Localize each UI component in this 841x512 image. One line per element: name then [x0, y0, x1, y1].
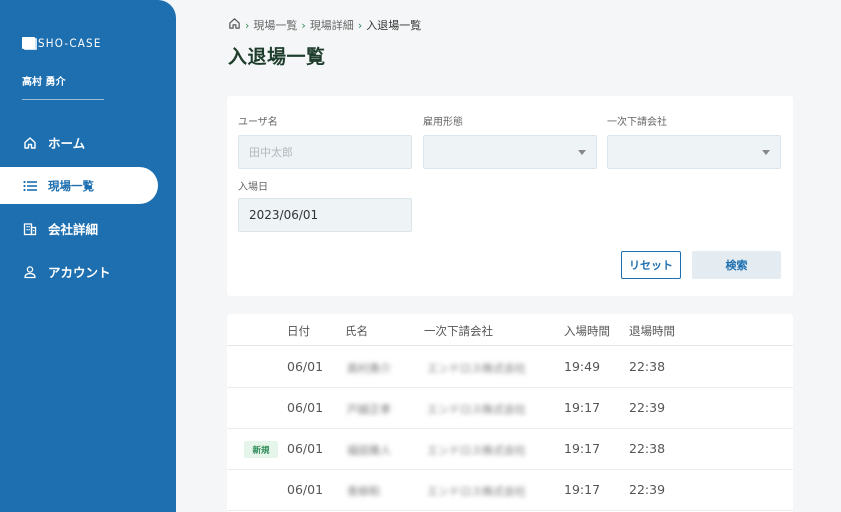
- table-row[interactable]: 新規 06/01 福田雅人 エンドロス株式会社 19:17 22:38: [227, 429, 793, 470]
- cell-date: 06/01: [287, 400, 324, 415]
- breadcrumb: › 現場一覧 › 現場詳細 › 入退場一覧: [228, 17, 421, 33]
- brand-name: SHO-CASE: [38, 36, 102, 50]
- caret-down-icon: [762, 150, 770, 155]
- cell-name: 福田雅人: [347, 444, 391, 457]
- entry-date-label: 入場日: [238, 182, 268, 193]
- breadcrumb-item-current: 入退場一覧: [366, 19, 422, 32]
- home-icon[interactable]: [228, 17, 241, 33]
- cell-out-time: 22:39: [629, 482, 666, 497]
- cell-date: 06/01: [287, 359, 324, 374]
- page-title: 入退場一覧: [228, 46, 326, 68]
- cell-in-time: 19:49: [564, 359, 601, 374]
- sidebar-item-label: アカウント: [48, 265, 111, 280]
- sidebar-item-account[interactable]: アカウント: [0, 253, 158, 290]
- cell-date: 06/01: [287, 441, 324, 456]
- breadcrumb-separator: ›: [357, 18, 363, 32]
- sidebar-divider: [22, 99, 104, 100]
- sidebar: SHO-CASE 高村 勇介 ホーム 現場一覧 会社詳細 アカウント: [0, 0, 176, 512]
- logo-mark-icon: [22, 37, 35, 49]
- employment-type-select[interactable]: [423, 135, 597, 169]
- table-header: 日付 氏名 一次下請会社 入場時間 退場時間: [227, 314, 793, 346]
- cell-in-time: 19:17: [564, 441, 601, 456]
- search-button[interactable]: 検索: [692, 251, 781, 279]
- cell-out-time: 22:38: [629, 359, 666, 374]
- sidebar-item-sites[interactable]: 現場一覧: [0, 167, 158, 204]
- employment-type-label: 雇用形態: [423, 117, 463, 128]
- cell-company: エンドロス株式会社: [427, 485, 526, 498]
- cell-company: エンドロス株式会社: [427, 403, 526, 416]
- breadcrumb-item-sites[interactable]: 現場一覧: [253, 17, 297, 33]
- entry-date-input[interactable]: 2023/06/01: [238, 198, 412, 232]
- person-icon: [22, 264, 37, 279]
- attendance-table: 日付 氏名 一次下請会社 入場時間 退場時間 06/01 高村勇介 エンドロス株…: [227, 314, 793, 512]
- cell-in-time: 19:17: [564, 400, 601, 415]
- home-icon: [22, 135, 37, 150]
- sidebar-item-company[interactable]: 会社詳細: [0, 210, 158, 247]
- breadcrumb-separator: ›: [301, 18, 306, 32]
- new-badge: 新規: [244, 441, 278, 458]
- reset-button[interactable]: リセット: [621, 251, 681, 279]
- caret-down-icon: [578, 150, 586, 155]
- header-name: 氏名: [345, 324, 368, 338]
- header-company: 一次下請会社: [424, 324, 493, 338]
- cell-company: エンドロス株式会社: [427, 444, 526, 457]
- sidebar-item-label: ホーム: [48, 136, 86, 151]
- sidebar-item-label: 会社詳細: [48, 222, 99, 237]
- table-row[interactable]: 06/01 高村勇介 エンドロス株式会社 19:49 22:38: [227, 347, 793, 388]
- list-icon: [22, 178, 37, 193]
- cell-date: 06/01: [287, 482, 324, 497]
- cell-in-time: 19:17: [564, 482, 601, 497]
- header-in-time: 入場時間: [564, 324, 610, 338]
- cell-name: 戸越正孝: [347, 403, 391, 416]
- sidebar-item-home[interactable]: ホーム: [0, 124, 158, 161]
- cell-name: 高村勇介: [347, 362, 391, 375]
- sidebar-item-label: 現場一覧: [48, 178, 94, 193]
- subcontractor-select[interactable]: [607, 135, 781, 169]
- cell-name: 青柳和: [347, 485, 380, 498]
- brand-logo[interactable]: SHO-CASE: [22, 36, 102, 50]
- entry-date-value: 2023/06/01: [249, 208, 319, 222]
- table-row[interactable]: 06/01 戸越正孝 エンドロス株式会社 19:17 22:39: [227, 388, 793, 429]
- header-date: 日付: [287, 324, 310, 338]
- breadcrumb-separator: ›: [245, 18, 250, 32]
- user-name-placeholder: 田中太郎: [249, 146, 293, 159]
- table-row[interactable]: 06/01 青柳和 エンドロス株式会社 19:17 22:39: [227, 470, 793, 511]
- user-name-label: ユーザ名: [238, 117, 278, 128]
- breadcrumb-item-site-detail[interactable]: 現場詳細: [310, 17, 354, 33]
- cell-company: エンドロス株式会社: [427, 362, 526, 375]
- cell-out-time: 22:38: [629, 441, 666, 456]
- user-name-input[interactable]: 田中太郎: [238, 135, 412, 169]
- cell-out-time: 22:39: [629, 400, 666, 415]
- building-icon: [22, 221, 37, 236]
- filter-panel: ユーザ名 田中太郎 雇用形態 一次下請会社 入場日 2023/06/01 リセッ…: [227, 96, 793, 296]
- header-out-time: 退場時間: [629, 324, 675, 338]
- user-name: 高村 勇介: [22, 77, 66, 88]
- subcontractor-label: 一次下請会社: [607, 117, 667, 128]
